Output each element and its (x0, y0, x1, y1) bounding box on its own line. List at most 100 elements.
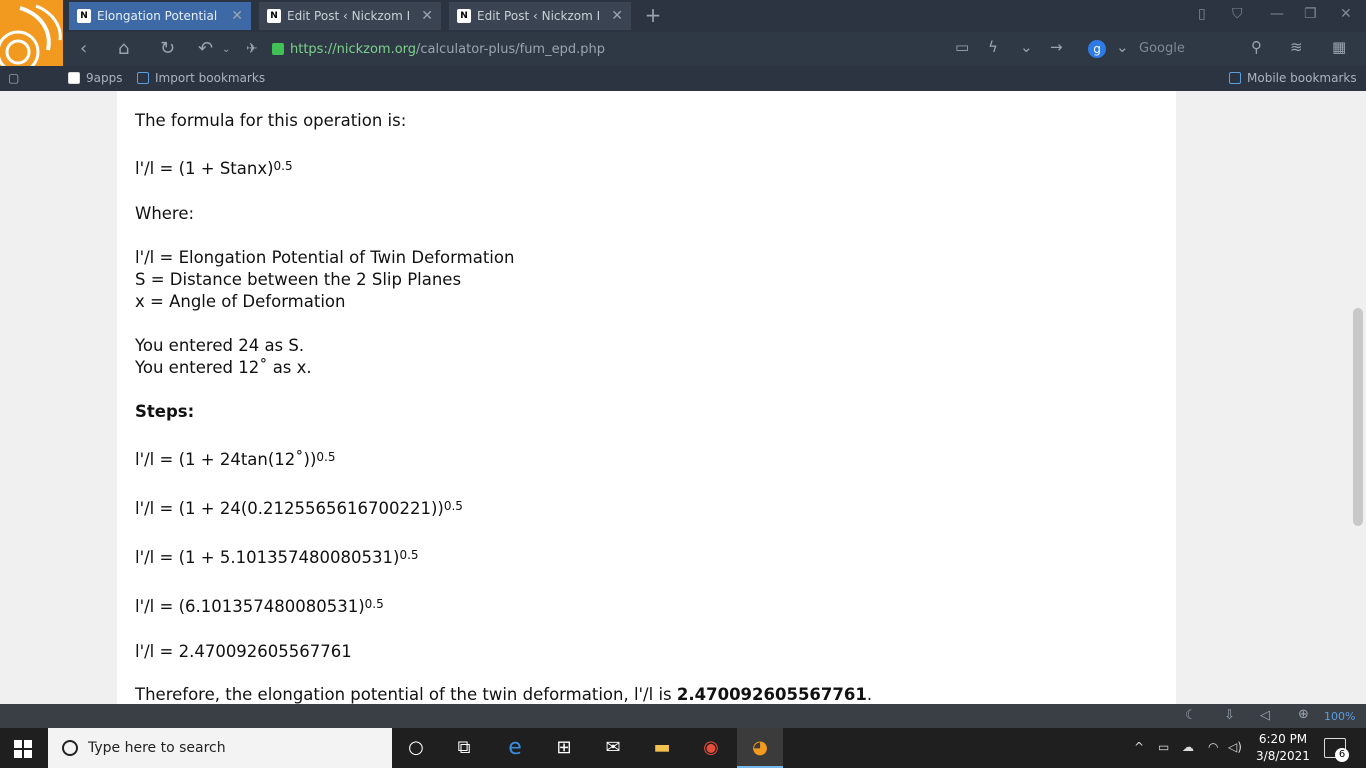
tab-edit-post-2[interactable]: N Edit Post ‹ Nickzom Blo ✕ (449, 2, 631, 30)
edge-icon[interactable]: e (502, 736, 528, 760)
skin-icon[interactable]: ⛉ (1232, 6, 1243, 22)
search-icon (62, 740, 78, 756)
close-icon[interactable]: ✕ (421, 8, 433, 24)
tab-label: Edit Post ‹ Nickzom Blo (287, 9, 409, 23)
status-bar: ☾ ⇩ ◁ ⊕ 100% (0, 704, 1366, 728)
uc-browser-icon: ◕ (752, 737, 768, 758)
mail-icon[interactable]: ✉ (600, 736, 626, 760)
entered-x: You entered 12˚ as x. (135, 358, 312, 377)
page-viewport: The formula for this operation is: l'/l … (0, 91, 1366, 704)
exponent: 0.5 (316, 450, 336, 464)
import-icon (137, 72, 149, 84)
formula-intro: The formula for this operation is: (135, 111, 407, 130)
bookmarks-bar: ▢ 9apps Import bookmarks Mobile bookmark… (0, 66, 1366, 91)
step-5: l'/l = 2.470092605567761 (135, 642, 352, 661)
notification-count: 6 (1335, 748, 1349, 762)
close-window-button[interactable]: ✕ (1340, 6, 1352, 22)
search-input[interactable]: Google (1139, 41, 1185, 56)
download-icon[interactable]: ⇩ (1224, 708, 1235, 723)
clock[interactable]: 6:20 PM 3/8/2021 (1248, 731, 1318, 765)
tab-label: Edit Post ‹ Nickzom Blo (477, 9, 599, 23)
page-body: The formula for this operation is: l'/l … (117, 91, 1176, 704)
taskbar-search[interactable]: Type here to search (48, 728, 392, 768)
url-field[interactable]: https://nickzom.org/calculator-plus/fum_… (244, 37, 944, 61)
task-view-icon[interactable]: ⧉ (451, 736, 477, 760)
refresh-icon[interactable]: ↻ (160, 38, 175, 59)
search-engine-icon[interactable]: g (1088, 40, 1106, 58)
conclusion: Therefore, the elongation potential of t… (135, 685, 873, 704)
wifi-icon[interactable]: ≋ (1290, 38, 1303, 56)
lightning-icon[interactable]: ϟ (988, 38, 998, 56)
chevron-down-icon[interactable]: ⌄ (1116, 38, 1129, 56)
url-host: https://nickzom.org (290, 41, 417, 57)
nickzom-favicon-icon: N (267, 9, 281, 23)
search-placeholder: Type here to search (88, 740, 226, 756)
uc-browser-task[interactable]: ◕ (737, 728, 783, 768)
page-icon (68, 72, 80, 84)
bookmark-label: Import bookmarks (155, 71, 266, 85)
chevron-down-icon[interactable]: ⌄ (222, 44, 230, 55)
mobile-bookmarks-icon (1229, 72, 1241, 84)
mobile-bookmarks[interactable]: Mobile bookmarks (1229, 71, 1357, 85)
forward-icon[interactable]: → (1050, 38, 1063, 56)
home-icon[interactable]: ⌂ (118, 38, 129, 59)
clock-date: 3/8/2021 (1256, 749, 1310, 763)
wifi-icon[interactable]: ◠ (1208, 740, 1218, 754)
sound-icon[interactable]: ◁ (1260, 708, 1270, 723)
store-icon[interactable]: ⊞ (551, 736, 577, 760)
windows-start-icon[interactable] (14, 740, 32, 758)
tab-label: Elongation Potential of (97, 9, 219, 23)
tab-elongation[interactable]: N Elongation Potential of ✕ (69, 2, 251, 30)
zoom-level[interactable]: 100% (1324, 710, 1355, 723)
exponent: 0.5 (364, 597, 384, 611)
chevron-down-icon[interactable]: ⌄ (1020, 38, 1033, 56)
url-path: /calculator-plus/fum_epd.php (416, 41, 605, 57)
steps-heading: Steps: (135, 402, 195, 421)
step-4: l'/l = (6.101357480080531)0.5 (135, 597, 384, 616)
step-2: l'/l = (1 + 24(0.2125565616700221))0.5 (135, 499, 463, 518)
chrome-icon[interactable]: ◉ (698, 736, 724, 760)
night-mode-icon[interactable]: ☾ (1185, 708, 1197, 723)
close-icon[interactable]: ✕ (611, 8, 623, 24)
step-3: l'/l = (1 + 5.101357480080531)0.5 (135, 548, 419, 567)
zoom-icon[interactable]: ⊕ (1298, 707, 1309, 722)
result-value: 2.470092605567761 (676, 685, 867, 704)
search-icon[interactable]: ⚲ (1251, 38, 1262, 56)
definition-2: S = Distance between the 2 Slip Planes (135, 270, 462, 289)
taskbar: Type here to search ○ ⧉ e ⊞ ✉ ▬ ◉ ◕ ^ ▭ … (0, 728, 1366, 768)
maximize-button[interactable]: ❐ (1304, 6, 1317, 22)
step-1: l'/l = (1 + 24tan(12˚))0.5 (135, 450, 336, 469)
battery-icon[interactable]: ▭ (1158, 740, 1169, 754)
exponent: 0.5 (443, 499, 463, 513)
vertical-scrollbar[interactable] (1351, 91, 1366, 704)
new-tab-button[interactable]: + (637, 4, 669, 28)
reader-icon[interactable]: ▯ (1198, 6, 1206, 22)
back-button[interactable]: ‹ (80, 38, 87, 59)
uc-browser-logo[interactable] (0, 0, 63, 66)
bookmark-import[interactable]: Import bookmarks (137, 71, 265, 85)
grid-icon[interactable]: ▦ (1332, 38, 1346, 56)
lock-icon (272, 43, 284, 55)
definition-1: l'/l = Elongation Potential of Twin Defo… (135, 248, 515, 267)
onedrive-icon[interactable]: ☁ (1182, 740, 1194, 754)
cortana-icon[interactable]: ○ (403, 736, 429, 760)
bookmark-9apps[interactable]: 9apps (68, 71, 122, 85)
undo-close-icon[interactable]: ↶ (198, 38, 213, 59)
bookmark-label: 9apps (86, 71, 123, 85)
exponent: 0.5 (399, 548, 419, 562)
scrollbar-thumb[interactable] (1353, 308, 1363, 526)
entered-s: You entered 24 as S. (135, 336, 305, 355)
file-explorer-icon[interactable]: ▬ (649, 736, 675, 760)
chevron-up-icon[interactable]: ^ (1134, 740, 1144, 754)
bookmark-panel-icon[interactable]: ▢ (8, 71, 19, 85)
tab-edit-post-1[interactable]: N Edit Post ‹ Nickzom Blo ✕ (259, 2, 441, 30)
clock-time: 6:20 PM (1258, 732, 1308, 746)
close-icon[interactable]: ✕ (231, 8, 243, 24)
bookmark-label: Mobile bookmarks (1247, 71, 1357, 85)
uc-logo-icon (0, 4, 62, 66)
exponent: 0.5 (273, 159, 293, 173)
where-heading: Where: (135, 204, 195, 223)
minimize-button[interactable]: — (1270, 6, 1284, 22)
book-icon[interactable]: ▭ (955, 38, 969, 56)
volume-icon[interactable]: ◁) (1228, 740, 1242, 754)
